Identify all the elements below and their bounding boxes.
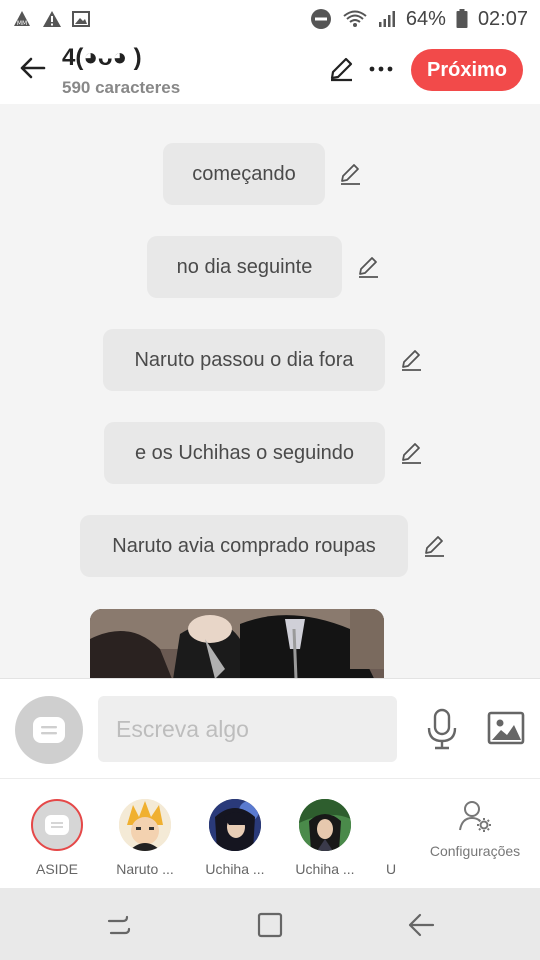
settings-label: Configurações [429, 843, 521, 859]
warning-icon [42, 9, 62, 29]
battery-percent: 64% [405, 7, 446, 30]
microphone-icon [427, 708, 457, 750]
character-name: Naruto ... [116, 861, 174, 877]
voice-input-button[interactable] [424, 707, 460, 751]
message-text: no dia seguinte [176, 255, 313, 278]
chat-bubble-icon [33, 717, 65, 743]
message-bubble[interactable]: Naruto passou o dia fora [103, 329, 385, 391]
recent-apps-button[interactable] [102, 908, 136, 942]
signal-icon [378, 10, 396, 28]
next-button[interactable]: Próximo [411, 49, 523, 91]
character-name: U [385, 861, 397, 877]
status-bar-right: 64% 02:07 [310, 8, 528, 31]
avatar [119, 799, 171, 851]
arrow-left-icon [408, 913, 435, 937]
user-settings-icon [459, 801, 491, 832]
image-notification-icon [72, 10, 90, 28]
home-button[interactable] [253, 908, 287, 942]
character-name: ASIDE [35, 861, 78, 877]
message-bubble[interactable]: começando [163, 143, 325, 205]
svg-text:MM: MM [17, 20, 27, 27]
character-name: Uchiha ... [205, 861, 265, 877]
avatar [299, 799, 351, 851]
character-item[interactable]: Uchiha ... [195, 799, 275, 877]
message-bubble[interactable]: Naruto avia comprado roupas [80, 515, 408, 577]
character-name: Uchiha ... [295, 861, 355, 877]
photo-thumbnail [90, 609, 384, 678]
image-icon [487, 711, 525, 745]
pencil-icon [402, 350, 421, 371]
pencil-icon [330, 57, 353, 82]
image-message[interactable] [90, 609, 384, 678]
character-selector: ASIDE Naruto ... Uchiha ... Uchiha ... U… [0, 778, 540, 888]
settings-button[interactable]: Configurações [420, 799, 530, 859]
avatar [209, 799, 261, 851]
message-bubble[interactable]: e os Uchihas o seguindo [104, 422, 385, 484]
message-bubble[interactable]: no dia seguinte [147, 236, 342, 298]
wifi-icon [342, 9, 368, 29]
more-horizontal-icon [369, 66, 393, 72]
edit-title-button[interactable] [324, 52, 358, 86]
character-aside[interactable]: ASIDE [17, 799, 97, 877]
pencil-icon [341, 164, 360, 185]
home-icon [257, 912, 283, 938]
chat-area[interactable]: começando no dia seguinte Naruto passou … [0, 104, 540, 678]
edit-message-button[interactable] [397, 346, 425, 374]
message-input[interactable] [98, 696, 397, 762]
message-text: Naruto avia comprado roupas [112, 534, 376, 557]
avatar [365, 799, 417, 851]
character-item[interactable]: Naruto ... [105, 799, 185, 877]
app-bar: 4(◕ᴗ◕ ) 590 caracteres Próximo [0, 38, 540, 104]
edit-message-button[interactable] [354, 253, 382, 281]
message-text: começando [192, 162, 296, 185]
edit-message-button[interactable] [420, 532, 448, 560]
status-bar: MM 64% 02:07 [0, 0, 540, 38]
system-back-button[interactable] [404, 908, 438, 942]
status-bar-left: MM [12, 9, 90, 29]
character-item[interactable]: U [351, 799, 431, 877]
attach-image-button[interactable] [487, 710, 525, 746]
edit-message-button[interactable] [397, 439, 425, 467]
edit-message-button[interactable] [336, 160, 364, 188]
recent-apps-icon [107, 915, 131, 935]
clock: 02:07 [477, 7, 528, 30]
aside-toggle-button[interactable] [15, 696, 83, 764]
page-title: 4(◕ᴗ◕ ) [62, 44, 142, 71]
character-count: 590 caracteres [62, 78, 181, 97]
message-text: Naruto passou o dia fora [134, 348, 354, 371]
notification-icon: MM [12, 9, 32, 29]
message-text: e os Uchihas o seguindo [134, 441, 355, 464]
system-nav-bar [0, 888, 540, 960]
pencil-icon [359, 257, 378, 278]
battery-icon [456, 9, 468, 29]
pencil-icon [425, 536, 444, 557]
avatar [31, 799, 83, 851]
do-not-disturb-icon [310, 8, 332, 30]
pencil-icon [402, 443, 421, 464]
message-composer [0, 678, 540, 778]
back-button[interactable] [14, 50, 50, 86]
more-options-button[interactable] [364, 52, 398, 86]
chat-bubble-icon [45, 815, 69, 835]
arrow-left-icon [20, 57, 46, 79]
